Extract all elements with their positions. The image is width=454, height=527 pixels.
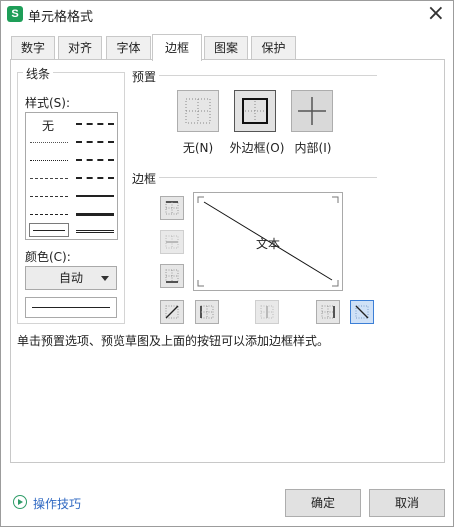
line-style-medium-dash-dot[interactable] bbox=[76, 159, 114, 161]
border-right-icon bbox=[321, 305, 335, 319]
border-right-button[interactable] bbox=[316, 300, 340, 324]
border-inside-horizontal-icon bbox=[165, 235, 179, 249]
line-style-thin-selected[interactable] bbox=[29, 223, 69, 237]
tab-font[interactable]: 字体 bbox=[106, 36, 151, 60]
border-top-button[interactable] bbox=[160, 196, 184, 220]
line-style-list[interactable]: 无 bbox=[25, 112, 118, 240]
tab-number[interactable]: 数字 bbox=[11, 36, 55, 60]
border-outline-icon bbox=[242, 98, 268, 124]
line-style-thick[interactable] bbox=[76, 213, 114, 216]
line-style-hair[interactable] bbox=[30, 142, 68, 143]
tab-alignment[interactable]: 对齐 bbox=[58, 36, 102, 60]
preset-outline-button[interactable] bbox=[234, 90, 276, 132]
preset-inside-button[interactable] bbox=[291, 90, 333, 132]
cancel-button[interactable]: 取消 bbox=[369, 489, 445, 517]
border-left-icon bbox=[200, 305, 214, 319]
line-style-dotted[interactable] bbox=[30, 160, 68, 161]
help-link-label[interactable]: 操作技巧 bbox=[33, 495, 81, 512]
border-diagonal-down-icon bbox=[355, 305, 369, 319]
tab-protection[interactable]: 保护 bbox=[251, 36, 296, 60]
border-tab-panel: 线条 样式(S): 无 颜色(C): 自动 预置 无(N) 外边框(O) 内部(… bbox=[10, 59, 445, 463]
preset-outline-label: 外边框(O) bbox=[229, 141, 285, 155]
tab-pattern[interactable]: 图案 bbox=[204, 36, 248, 60]
line-style-dash-dot-dot[interactable] bbox=[30, 178, 68, 179]
close-icon[interactable]: × bbox=[427, 2, 445, 26]
line-style-medium-dashed[interactable] bbox=[76, 177, 114, 179]
title-bar: S 单元格格式 × bbox=[1, 1, 453, 29]
play-circle-icon bbox=[13, 495, 27, 509]
line-style-dashed[interactable] bbox=[30, 214, 68, 215]
color-dropdown[interactable]: 自动 bbox=[25, 266, 117, 290]
tab-border[interactable]: 边框 bbox=[152, 34, 202, 61]
dialog-title: 单元格格式 bbox=[28, 10, 94, 25]
border-inside-horizontal-button[interactable] bbox=[160, 230, 184, 254]
color-label: 颜色(C): bbox=[25, 250, 71, 264]
chevron-down-icon bbox=[101, 276, 109, 281]
line-style-none[interactable]: 无 bbox=[42, 117, 54, 134]
preview-text: 文本 bbox=[256, 237, 281, 251]
border-inside-vertical-icon bbox=[260, 305, 274, 319]
line-style-medium-dash-dot-dot[interactable] bbox=[76, 123, 114, 125]
line-group-title: 线条 bbox=[23, 65, 54, 82]
line-style-medium[interactable] bbox=[76, 195, 114, 197]
border-diagonal-up-button[interactable] bbox=[160, 300, 184, 324]
line-style-dash-dot[interactable] bbox=[30, 196, 68, 197]
border-top-icon bbox=[165, 201, 179, 215]
border-section-title: 边框 bbox=[132, 172, 157, 186]
border-bottom-button[interactable] bbox=[160, 264, 184, 288]
border-inside-vertical-button[interactable] bbox=[255, 300, 279, 324]
ok-button[interactable]: 确定 bbox=[285, 489, 361, 517]
line-style-double[interactable] bbox=[76, 230, 114, 233]
preset-inside-label: 内部(I) bbox=[294, 141, 332, 155]
border-inside-icon bbox=[298, 97, 326, 125]
presets-title: 预置 bbox=[132, 70, 157, 84]
line-preview bbox=[25, 297, 117, 318]
hint-text: 单击预置选项、预览草图及上面的按钮可以添加边框样式。 bbox=[17, 334, 330, 348]
format-cells-dialog: S 单元格格式 × 数字 对齐 字体 边框 图案 保护 线条 样式(S): 无 bbox=[0, 0, 454, 527]
border-diagonal-down-button[interactable] bbox=[350, 300, 374, 324]
style-label: 样式(S): bbox=[25, 96, 71, 110]
app-logo-icon: S bbox=[7, 6, 23, 22]
border-left-button[interactable] bbox=[195, 300, 219, 324]
border-none-icon bbox=[185, 98, 211, 124]
border-bottom-icon bbox=[165, 269, 179, 283]
preset-none-label: 无(N) bbox=[182, 141, 214, 155]
border-divider bbox=[159, 177, 377, 178]
presets-divider bbox=[159, 75, 377, 76]
preset-none-button[interactable] bbox=[177, 90, 219, 132]
line-style-slant-dash-dot[interactable] bbox=[76, 141, 114, 143]
border-diagonal-up-icon bbox=[165, 305, 179, 319]
color-dropdown-value: 自动 bbox=[58, 271, 83, 285]
border-preview[interactable]: 文本 bbox=[193, 192, 343, 291]
